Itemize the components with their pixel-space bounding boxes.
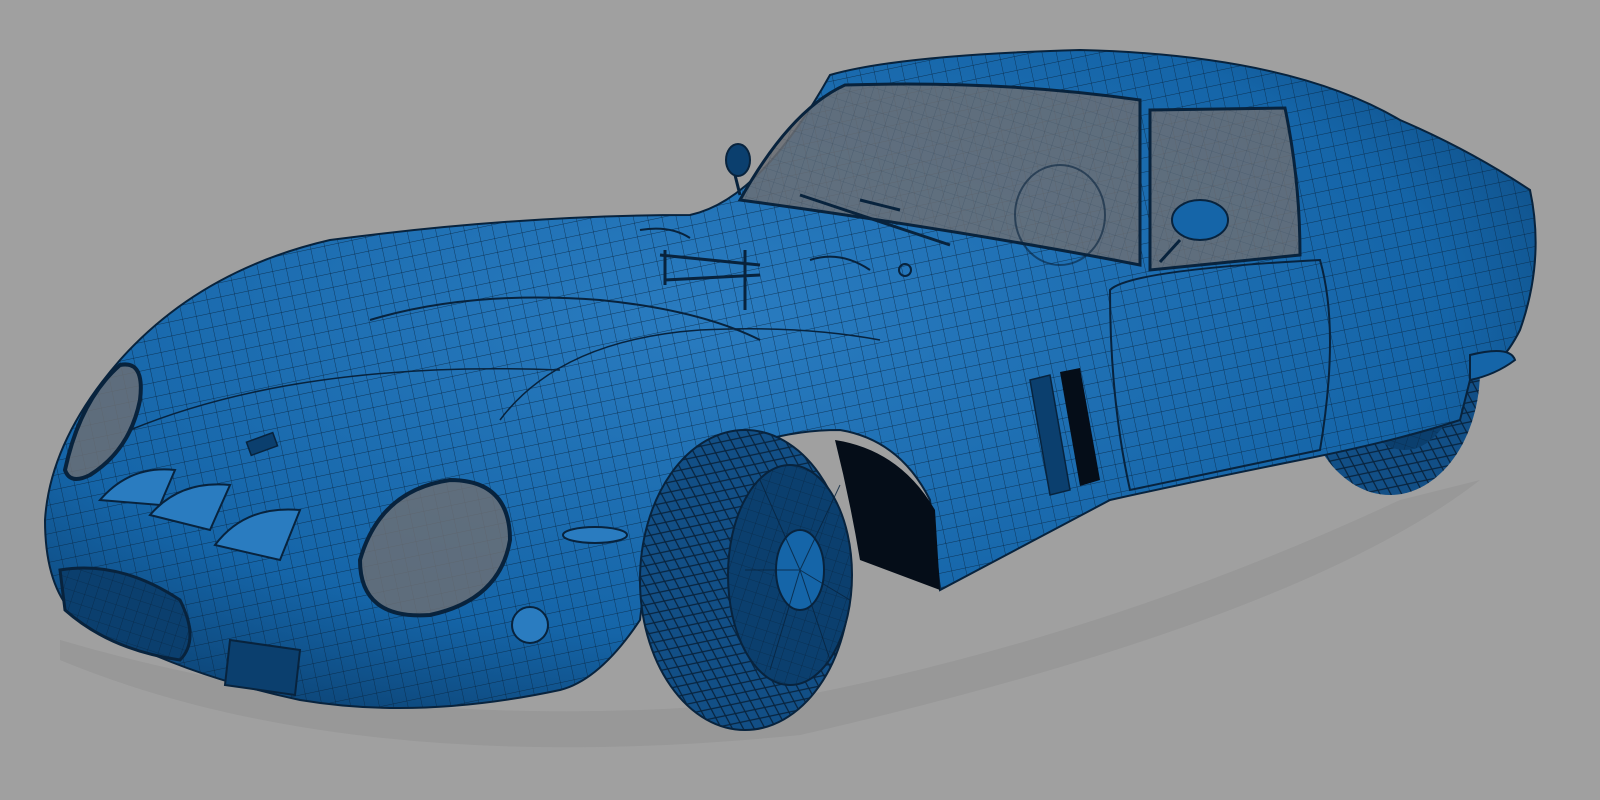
fog-light-grille — [223, 638, 302, 697]
front-wheel — [639, 429, 853, 731]
3d-viewport[interactable] — [0, 0, 1600, 800]
sports-car-wireframe-model — [0, 0, 1600, 800]
